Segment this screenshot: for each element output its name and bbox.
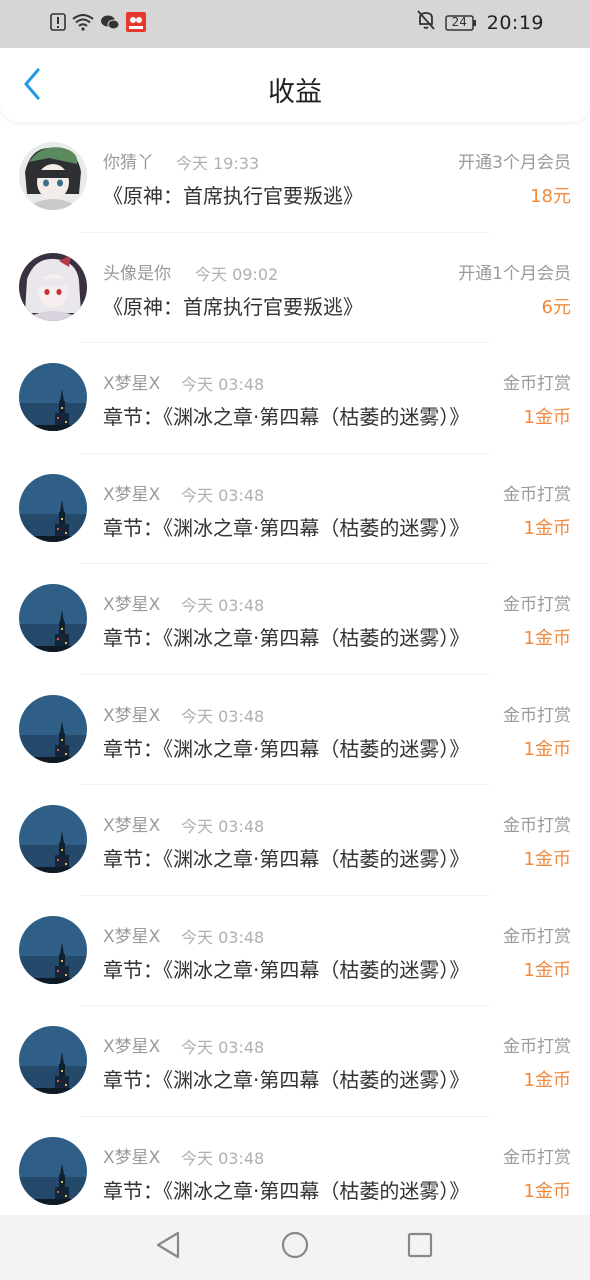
earning-description: 章节：《渊冰之章·第四幕（枯萎的迷雾）》 <box>103 957 470 982</box>
earning-amount: 18元 <box>530 186 571 207</box>
earning-amount: 6元 <box>541 296 571 318</box>
status-left-icons <box>50 12 146 36</box>
list-item[interactable]: 你猜丫 今天 19:33 开通3个月会员 《原神：首席执行官要叛逃》 18元 <box>0 122 590 233</box>
recents-square-icon <box>406 1231 434 1263</box>
earning-description: 章节：《渊冰之章·第四幕（枯萎的迷雾）》 <box>103 1178 470 1203</box>
earning-amount: 1金币 <box>523 628 571 649</box>
timestamp: 今天 03:48 <box>181 375 265 394</box>
nav-home-button[interactable] <box>279 1231 311 1263</box>
earning-type: 金币打赏 <box>503 595 571 615</box>
title-bar: 收益 <box>0 48 590 122</box>
username: 你猜丫 <box>103 153 154 173</box>
earning-description: 章节：《渊冰之章·第四幕（枯萎的迷雾）》 <box>103 736 470 761</box>
list-item[interactable]: X梦星X 今天 03:48 金币打赏 章节：《渊冰之章·第四幕（枯萎的迷雾）》 … <box>0 564 590 675</box>
status-bar: 24 20:19 <box>0 0 590 48</box>
page-title: 收益 <box>268 77 322 108</box>
earning-amount: 1金币 <box>523 849 571 870</box>
status-right-icons: 24 20:19 <box>417 10 544 35</box>
username: X梦星X <box>103 816 161 836</box>
earning-type: 金币打赏 <box>503 926 571 947</box>
username: X梦星X <box>103 926 161 947</box>
username: X梦星X <box>103 374 161 394</box>
nav-back-button[interactable] <box>152 1231 184 1263</box>
timestamp: 今天 03:48 <box>181 1148 265 1168</box>
timestamp: 今天 03:48 <box>181 485 265 505</box>
earning-description: 章节：《渊冰之章·第四幕（枯萎的迷雾）》 <box>103 626 470 650</box>
nav-recents-button[interactable] <box>404 1231 436 1263</box>
earning-description: 《原神：首席执行官要叛逃》 <box>103 294 363 319</box>
earning-type: 开通3个月会员 <box>458 153 571 173</box>
battery-icon: 24 <box>444 14 477 32</box>
home-circle-icon <box>280 1230 310 1264</box>
list-item[interactable]: X梦星X 今天 03:48 金币打赏 章节：《渊冰之章·第四幕（枯萎的迷雾）》 … <box>0 896 590 1007</box>
list-item[interactable]: 头像是你 今天 09:02 开通1个月会员 《原神：首席执行官要叛逃》 6元 <box>0 233 590 344</box>
earning-description: 章节：《渊冰之章·第四幕（枯萎的迷雾）》 <box>103 405 470 429</box>
bell-off-icon <box>417 10 435 35</box>
earning-description: 章节：《渊冰之章·第四幕（枯萎的迷雾）》 <box>103 1068 470 1092</box>
earning-description: 《原神：首席执行官要叛逃》 <box>103 184 363 208</box>
earning-type: 金币打赏 <box>503 484 571 505</box>
earning-type: 金币打赏 <box>503 705 571 726</box>
earning-amount: 1金币 <box>523 1070 571 1091</box>
list-item[interactable]: X梦星X 今天 03:48 金币打赏 章节：《渊冰之章·第四幕（枯萎的迷雾）》 … <box>0 785 590 896</box>
avatar[interactable] <box>19 694 87 763</box>
back-triangle-icon <box>154 1230 182 1264</box>
alert-icon <box>50 13 66 35</box>
username: X梦星X <box>103 1147 161 1168</box>
list-item[interactable]: X梦星X 今天 03:48 金币打赏 章节：《渊冰之章·第四幕（枯萎的迷雾）》 … <box>0 454 590 565</box>
wifi-icon <box>72 13 94 35</box>
timestamp: 今天 03:48 <box>181 1038 265 1057</box>
wechat-icon <box>100 13 120 35</box>
list-item[interactable]: X梦星X 今天 03:48 金币打赏 章节：《渊冰之章·第四幕（枯萎的迷雾）》 … <box>0 1006 590 1117</box>
battery-level: 24 <box>451 14 467 29</box>
timestamp: 今天 03:48 <box>181 706 265 726</box>
username: X梦星X <box>103 705 161 726</box>
avatar[interactable] <box>19 473 87 542</box>
earning-description: 章节：《渊冰之章·第四幕（枯萎的迷雾）》 <box>103 515 470 540</box>
system-nav-bar <box>0 1215 590 1280</box>
earning-amount: 1金币 <box>523 1180 571 1202</box>
avatar[interactable] <box>19 1136 87 1205</box>
earning-type: 金币打赏 <box>503 1037 571 1057</box>
avatar[interactable] <box>19 1026 87 1094</box>
earning-type: 金币打赏 <box>503 816 571 836</box>
earning-amount: 1金币 <box>523 959 571 981</box>
status-time: 20:19 <box>486 11 544 34</box>
username: 头像是你 <box>103 263 171 284</box>
earning-type: 开通1个月会员 <box>458 263 571 284</box>
earning-amount: 1金币 <box>523 738 571 760</box>
app-notification-icon <box>126 12 146 36</box>
username: X梦星X <box>103 595 161 615</box>
avatar[interactable] <box>19 805 87 873</box>
list-item[interactable]: X梦星X 今天 03:48 金币打赏 章节：《渊冰之章·第四幕（枯萎的迷雾）》 … <box>0 1117 590 1216</box>
earnings-list[interactable]: 你猜丫 今天 19:33 开通3个月会员 《原神：首席执行官要叛逃》 18元 头… <box>0 122 590 1215</box>
earning-type: 金币打赏 <box>503 374 571 394</box>
avatar[interactable] <box>19 252 87 321</box>
earning-amount: 1金币 <box>523 517 571 539</box>
avatar[interactable] <box>19 363 87 431</box>
timestamp: 今天 09:02 <box>195 264 279 284</box>
earning-amount: 1金币 <box>523 407 571 428</box>
timestamp: 今天 03:48 <box>181 817 265 836</box>
earning-description: 章节：《渊冰之章·第四幕（枯萎的迷雾）》 <box>103 847 470 871</box>
timestamp: 今天 19:33 <box>176 154 260 173</box>
list-item[interactable]: X梦星X 今天 03:48 金币打赏 章节：《渊冰之章·第四幕（枯萎的迷雾）》 … <box>0 675 590 786</box>
avatar[interactable] <box>19 915 87 984</box>
earning-type: 金币打赏 <box>503 1147 571 1168</box>
avatar[interactable] <box>19 142 87 210</box>
username: X梦星X <box>103 484 161 505</box>
username: X梦星X <box>103 1037 161 1057</box>
timestamp: 今天 03:48 <box>181 927 265 947</box>
avatar[interactable] <box>19 584 87 652</box>
list-item[interactable]: X梦星X 今天 03:48 金币打赏 章节：《渊冰之章·第四幕（枯萎的迷雾）》 … <box>0 343 590 454</box>
timestamp: 今天 03:48 <box>181 596 265 615</box>
